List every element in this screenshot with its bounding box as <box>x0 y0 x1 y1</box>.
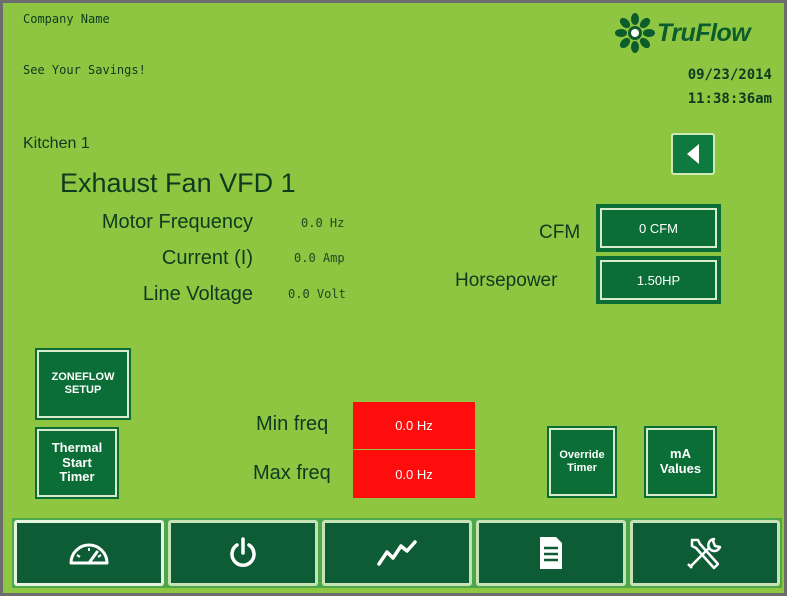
ma-values-button[interactable]: mA Values <box>646 428 715 496</box>
ma-line1: mA <box>670 446 691 462</box>
motor-frequency-value: 0.0 Hz <box>301 216 345 230</box>
truflow-logo: TruFlow <box>615 13 751 53</box>
cfm-value: 0 CFM <box>600 208 717 248</box>
tools-icon <box>687 537 722 570</box>
nav-power-button[interactable] <box>168 520 318 586</box>
cfm-field[interactable]: 0 CFM <box>596 204 721 252</box>
nav-trend-button[interactable] <box>322 520 472 586</box>
thermal-line2: Start <box>62 454 92 470</box>
thermal-start-timer-button[interactable]: Thermal Start Timer <box>37 429 117 497</box>
document-icon <box>540 537 562 569</box>
current-time: 11:38:36am <box>687 91 772 107</box>
override-line1: Override <box>559 449 605 462</box>
tagline: See Your Savings! <box>23 63 146 77</box>
override-line2: Timer <box>567 462 597 474</box>
power-icon <box>230 537 256 567</box>
max-freq-field[interactable]: 0.0 Hz <box>353 450 475 498</box>
bottom-nav <box>12 518 782 588</box>
line-voltage-label: Line Voltage <box>142 283 253 305</box>
horsepower-value: 1.50HP <box>600 260 717 300</box>
zone-label: Kitchen 1 <box>23 135 90 152</box>
logo-text: TruFlow <box>657 18 751 47</box>
zoneflow-setup-line1: ZONEFLOW <box>51 371 115 384</box>
min-freq-label: Min freq <box>256 413 329 435</box>
gauge-icon <box>69 543 109 565</box>
line-voltage-value: 0.0 Volt <box>288 287 346 301</box>
zoneflow-setup-line2: SETUP <box>64 384 102 396</box>
flower-logo-icon <box>615 13 655 53</box>
zoneflow-setup-button[interactable]: ZONEFLOW SETUP <box>37 350 129 418</box>
back-button[interactable] <box>671 133 715 175</box>
motor-frequency-label: Motor Frequency <box>101 211 253 233</box>
trend-icon <box>377 540 417 566</box>
device-title: Exhaust Fan VFD 1 <box>60 168 296 198</box>
max-freq-label: Max freq <box>253 462 331 484</box>
ma-line2: Values <box>659 461 702 476</box>
min-freq-field[interactable]: 0.0 Hz <box>353 402 475 449</box>
company-name: Company Name <box>23 12 110 26</box>
nav-gauge-button[interactable] <box>14 520 164 586</box>
current-date: 09/23/2014 <box>687 67 772 83</box>
horsepower-field[interactable]: 1.50HP <box>596 256 721 304</box>
thermal-line3: Timer <box>59 469 95 485</box>
horsepower-label: Horsepower <box>455 270 558 291</box>
nav-tools-button[interactable] <box>630 520 780 586</box>
thermal-line1: Thermal <box>51 439 103 455</box>
nav-document-button[interactable] <box>476 520 626 586</box>
override-timer-button[interactable]: Override Timer <box>549 428 615 496</box>
current-label: Current (I) <box>161 247 253 269</box>
cfm-label: CFM <box>539 222 581 243</box>
current-value: 0.0 Amp <box>294 251 345 265</box>
triangle-left-icon <box>687 144 699 164</box>
